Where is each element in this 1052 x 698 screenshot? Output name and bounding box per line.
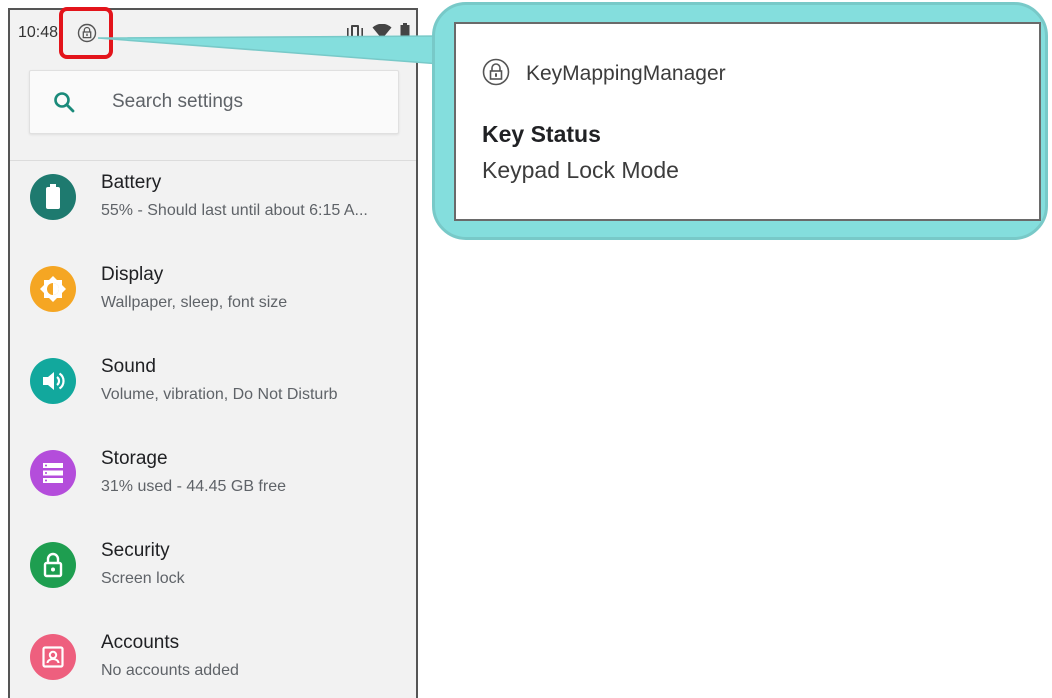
- notification-text: Keypad Lock Mode: [482, 157, 679, 183]
- notification-app-name: KeyMappingManager: [526, 62, 726, 85]
- lock-icon: [482, 58, 510, 86]
- notification-title: Key Status: [482, 121, 601, 147]
- notification-card[interactable]: KeyMappingManager Key Status Keypad Lock…: [454, 22, 1041, 221]
